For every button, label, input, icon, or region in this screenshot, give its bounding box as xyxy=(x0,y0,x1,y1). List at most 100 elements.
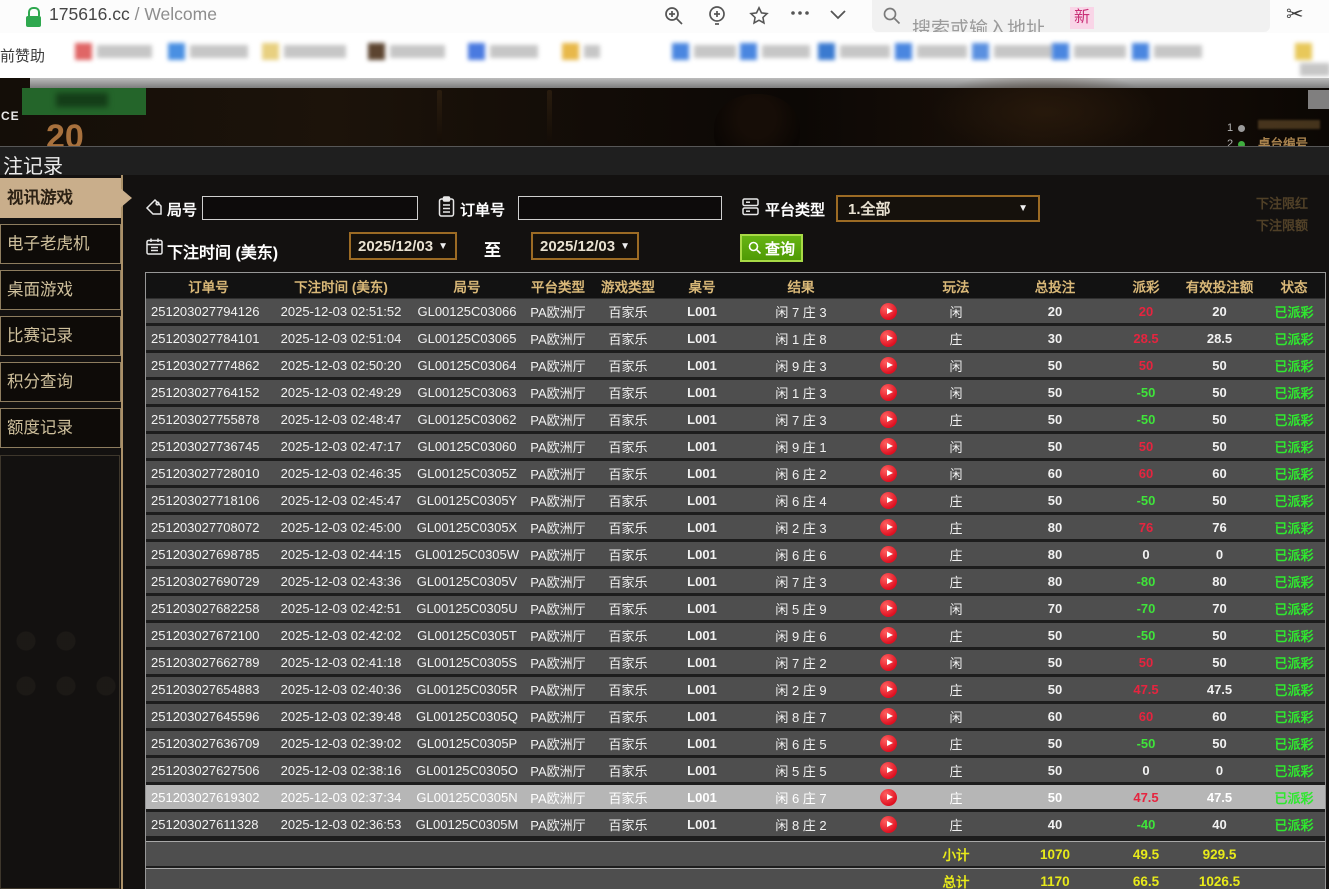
total-valid: 1026.5 xyxy=(1178,874,1261,889)
play-video-button[interactable] xyxy=(880,357,897,374)
table-row[interactable]: 2512030276275062025-12-03 02:38:16GL0012… xyxy=(146,758,1325,785)
play-video-button[interactable] xyxy=(880,303,897,320)
play-video-button[interactable] xyxy=(880,384,897,401)
bookmark-label[interactable]: 前赞助 xyxy=(0,45,45,66)
date-from-select[interactable]: 2025/12/03 ▼ xyxy=(349,232,457,260)
chevron-down-icon[interactable] xyxy=(828,8,850,30)
play-video-button[interactable] xyxy=(880,492,897,509)
table-row[interactable]: 2512030277841012025-12-03 02:51:04GL0012… xyxy=(146,326,1325,353)
platform-type-label: 平台类型 xyxy=(765,199,825,220)
table-row[interactable]: 2512030276367092025-12-03 02:39:02GL0012… xyxy=(146,731,1325,758)
play-video-button[interactable] xyxy=(880,519,897,536)
play-video-button[interactable] xyxy=(880,330,897,347)
bookmark-item[interactable] xyxy=(368,43,445,63)
table-row[interactable]: 2512030277181062025-12-03 02:45:47GL0012… xyxy=(146,488,1325,515)
circle-plus-icon[interactable] xyxy=(706,5,728,27)
table-row[interactable]: 2512030277280102025-12-03 02:46:35GL0012… xyxy=(146,461,1325,488)
table-row[interactable]: 2512030276627892025-12-03 02:41:18GL0012… xyxy=(146,650,1325,677)
play-video-button[interactable] xyxy=(880,573,897,590)
bookmark-item[interactable] xyxy=(740,43,810,63)
sidebar-item-5[interactable]: 额度记录 xyxy=(0,408,121,448)
order-id-cell: 251203027755878 xyxy=(146,412,271,427)
bookmark-item[interactable] xyxy=(262,43,346,63)
scissors-icon[interactable]: ✂ xyxy=(1286,2,1304,27)
play-video-button[interactable] xyxy=(880,465,897,482)
play-type-cell: 闲 xyxy=(916,302,996,321)
play-cell xyxy=(861,357,916,374)
bookmark-item[interactable] xyxy=(562,43,600,63)
sidebar-item-0[interactable]: 视讯游戏 xyxy=(0,178,121,218)
browser-toolbar: 175616.cc / Welcome xyxy=(0,0,1329,33)
bet-time-cell: 2025-12-03 02:49:29 xyxy=(271,385,411,400)
play-video-button[interactable] xyxy=(880,789,897,806)
table-row[interactable]: 2512030276721002025-12-03 02:42:02GL0012… xyxy=(146,623,1325,650)
table-row[interactable]: 2512030277367452025-12-03 02:47:17GL0012… xyxy=(146,434,1325,461)
table-row[interactable]: 2512030276548832025-12-03 02:40:36GL0012… xyxy=(146,677,1325,704)
total-bet-cell: 50 xyxy=(996,655,1114,670)
bookmark-item[interactable] xyxy=(168,43,248,63)
table-row[interactable]: 2512030276822582025-12-03 02:42:51GL0012… xyxy=(146,596,1325,623)
play-video-button[interactable] xyxy=(880,546,897,563)
table-row[interactable]: 2512030276987852025-12-03 02:44:15GL0012… xyxy=(146,542,1325,569)
result-cell: 闲 6 庄 7 xyxy=(741,788,861,807)
sidebar-item-2[interactable]: 桌面游戏 xyxy=(0,270,121,310)
order-id-cell: 251203027764152 xyxy=(146,385,271,400)
table-row[interactable]: 2512030277558782025-12-03 02:48:47GL0012… xyxy=(146,407,1325,434)
date-to-select[interactable]: 2025/12/03 ▼ xyxy=(531,232,639,260)
bookmark-item[interactable] xyxy=(1295,43,1329,63)
bet-time-cell: 2025-12-03 02:42:51 xyxy=(271,601,411,616)
play-video-button[interactable] xyxy=(880,654,897,671)
table-row[interactable]: 2512030276455962025-12-03 02:39:48GL0012… xyxy=(146,704,1325,731)
table-row[interactable]: 2512030277748622025-12-03 02:50:20GL0012… xyxy=(146,353,1325,380)
bet-time-cell: 2025-12-03 02:46:35 xyxy=(271,466,411,481)
table-row[interactable]: 2512030276113282025-12-03 02:36:53GL0012… xyxy=(146,812,1325,839)
more-menu-icon[interactable] xyxy=(789,9,811,31)
bookmark-item[interactable] xyxy=(75,43,152,63)
table-row[interactable]: 2512030277941262025-12-03 02:51:52GL0012… xyxy=(146,299,1325,326)
platform-type-select[interactable]: 1.全部 ▼ xyxy=(836,195,1040,222)
table-row[interactable]: 2512030277080722025-12-03 02:45:00GL0012… xyxy=(146,515,1325,542)
zoom-in-icon[interactable] xyxy=(663,5,685,27)
bookmark-item[interactable] xyxy=(672,43,736,63)
valid-bet-cell: 50 xyxy=(1178,385,1261,400)
play-video-button[interactable] xyxy=(880,438,897,455)
bet-time-cell: 2025-12-03 02:41:18 xyxy=(271,655,411,670)
payout-cell: 76 xyxy=(1114,520,1178,535)
sidebar-item-4[interactable]: 积分查询 xyxy=(0,362,121,402)
ssl-lock-icon[interactable] xyxy=(26,5,42,29)
search-icon xyxy=(882,6,902,26)
table-row[interactable]: 2512030276193022025-12-03 02:37:34GL0012… xyxy=(146,785,1325,812)
bookmark-item[interactable] xyxy=(1132,43,1202,63)
order-id-input[interactable] xyxy=(518,196,722,220)
play-video-button[interactable] xyxy=(880,708,897,725)
play-video-button[interactable] xyxy=(880,411,897,428)
play-video-button[interactable] xyxy=(880,681,897,698)
play-video-button[interactable] xyxy=(880,762,897,779)
table-row[interactable]: 2512030276907292025-12-03 02:43:36GL0012… xyxy=(146,569,1325,596)
header-cell: 有效投注额 xyxy=(1178,276,1261,296)
play-video-button[interactable] xyxy=(880,816,897,833)
dealer-silhouette xyxy=(714,94,800,146)
bet-time-cell: 2025-12-03 02:42:02 xyxy=(271,628,411,643)
bookmark-item[interactable] xyxy=(818,43,890,63)
play-video-button[interactable] xyxy=(880,735,897,752)
bookmark-star-icon[interactable] xyxy=(748,5,770,27)
status-cell: 已派彩 xyxy=(1261,329,1326,348)
address-bar[interactable]: 175616.cc / Welcome xyxy=(49,4,217,25)
table-number-cell: L001 xyxy=(663,493,741,508)
bookmark-favicon xyxy=(468,43,485,60)
play-video-button[interactable] xyxy=(880,627,897,644)
sidebar-item-3[interactable]: 比赛记录 xyxy=(0,316,121,356)
bookmark-item[interactable] xyxy=(1052,43,1126,63)
table-row[interactable]: 2512030277641522025-12-03 02:49:29GL0012… xyxy=(146,380,1325,407)
bookmark-item[interactable] xyxy=(895,43,967,63)
result-cell: 闲 9 庄 6 xyxy=(741,626,861,645)
sidebar-item-1[interactable]: 电子老虎机 xyxy=(0,224,121,264)
play-type-cell: 庄 xyxy=(916,815,996,834)
round-id-input[interactable] xyxy=(202,196,418,220)
play-video-button[interactable] xyxy=(880,600,897,617)
bookmark-item[interactable] xyxy=(972,43,1054,63)
bookmark-item[interactable] xyxy=(468,43,538,63)
search-input[interactable]: 搜索或输入地址 新 xyxy=(872,0,1270,32)
query-button[interactable]: 查询 xyxy=(740,234,803,262)
